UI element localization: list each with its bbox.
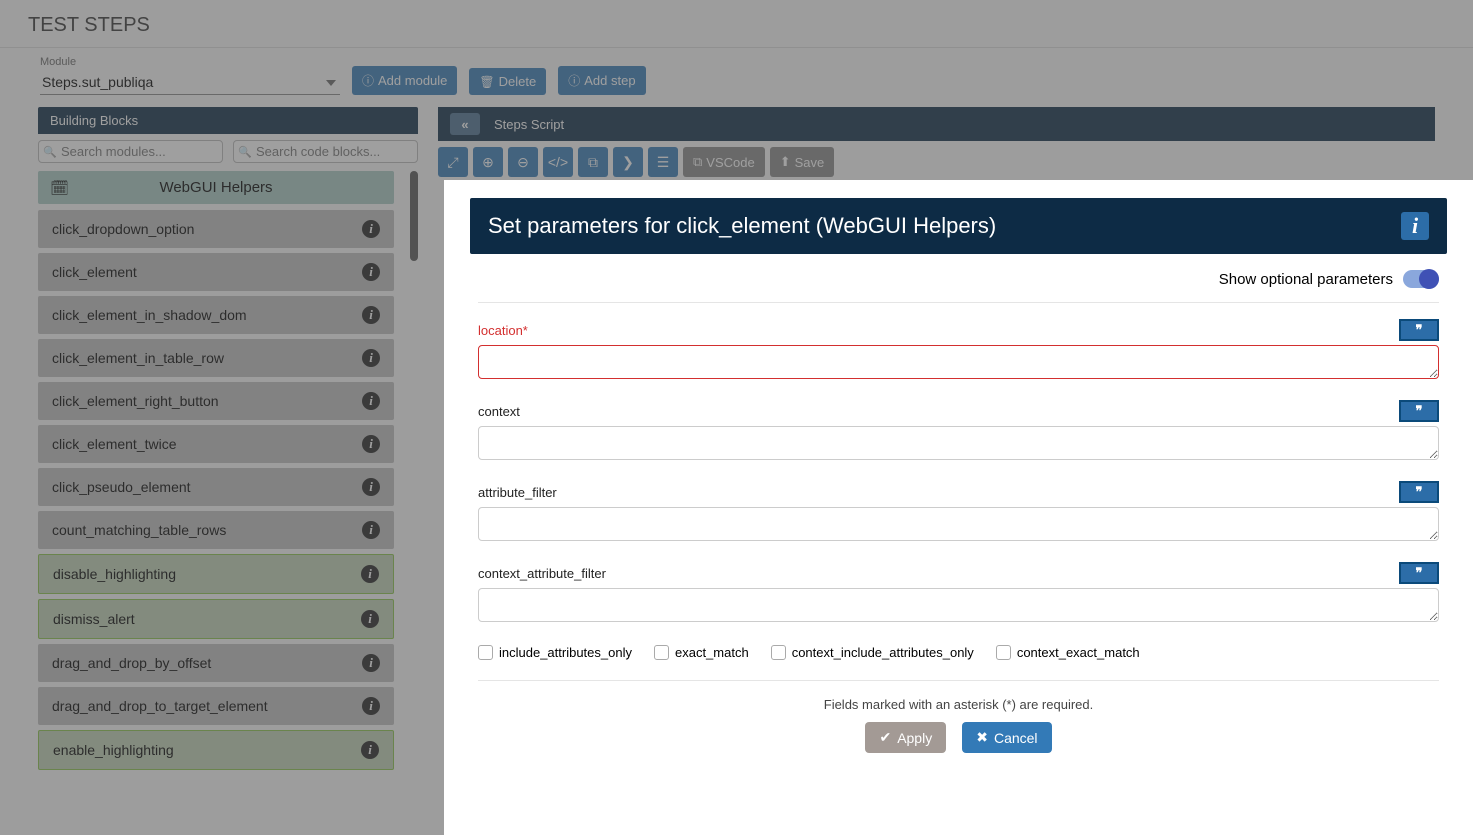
param-attribute_filter: attribute_filter ❞	[478, 481, 1439, 546]
apply-label: Apply	[897, 730, 932, 746]
param-row: context_attribute_filter ❞	[478, 562, 1439, 584]
modal-title: Set parameters for click_element (WebGUI…	[488, 213, 996, 239]
param-input-attribute_filter[interactable]	[478, 507, 1439, 541]
close-icon: ✖	[976, 729, 988, 746]
show-optional-label: Show optional parameters	[1219, 271, 1393, 288]
check-exact_match[interactable]: exact_match	[654, 645, 749, 660]
param-input-context_attribute_filter[interactable]	[478, 588, 1439, 622]
quote-button[interactable]: ❞	[1399, 562, 1439, 584]
modal-header: Set parameters for click_element (WebGUI…	[470, 198, 1447, 254]
param-context: context ❞	[478, 400, 1439, 465]
param-label: context_attribute_filter	[478, 566, 606, 581]
param-label: location*	[478, 323, 528, 338]
param-row: context ❞	[478, 400, 1439, 422]
modal-info-button[interactable]: i	[1401, 212, 1429, 240]
param-row: attribute_filter ❞	[478, 481, 1439, 503]
checkbox[interactable]	[654, 645, 669, 660]
check-label: context_include_attributes_only	[792, 645, 974, 660]
check-context_include_attributes_only[interactable]: context_include_attributes_only	[771, 645, 974, 660]
params-container: location*❞context❞attribute_filter❞conte…	[478, 319, 1439, 627]
show-optional-row: Show optional parameters	[478, 270, 1439, 303]
check-label: exact_match	[675, 645, 749, 660]
check-icon: ✔	[879, 729, 891, 746]
param-label: attribute_filter	[478, 485, 557, 500]
param-location: location* ❞	[478, 319, 1439, 384]
toggle-knob	[1419, 269, 1439, 289]
quote-button[interactable]: ❞	[1399, 481, 1439, 503]
cancel-button[interactable]: ✖ Cancel	[962, 722, 1051, 753]
apply-button[interactable]: ✔ Apply	[865, 722, 946, 753]
check-label: include_attributes_only	[499, 645, 632, 660]
check-context_exact_match[interactable]: context_exact_match	[996, 645, 1140, 660]
checkbox[interactable]	[996, 645, 1011, 660]
checkbox[interactable]	[771, 645, 786, 660]
param-label: context	[478, 404, 520, 419]
check-label: context_exact_match	[1017, 645, 1140, 660]
quote-button[interactable]: ❞	[1399, 400, 1439, 422]
param-input-location[interactable]	[478, 345, 1439, 379]
param-context_attribute_filter: context_attribute_filter ❞	[478, 562, 1439, 627]
quote-button[interactable]: ❞	[1399, 319, 1439, 341]
footer-note: Fields marked with an asterisk (*) are r…	[478, 697, 1439, 712]
check-include_attributes_only[interactable]: include_attributes_only	[478, 645, 632, 660]
param-row: location* ❞	[478, 319, 1439, 341]
modal-actions: ✔ Apply ✖ Cancel	[478, 722, 1439, 753]
param-modal: Set parameters for click_element (WebGUI…	[444, 180, 1473, 835]
checkbox[interactable]	[478, 645, 493, 660]
checks-row: include_attributes_only exact_match contex…	[478, 645, 1439, 681]
param-input-context[interactable]	[478, 426, 1439, 460]
modal-body: Show optional parameters location*❞conte…	[470, 254, 1447, 753]
cancel-label: Cancel	[994, 730, 1038, 746]
show-optional-toggle[interactable]	[1403, 270, 1439, 288]
